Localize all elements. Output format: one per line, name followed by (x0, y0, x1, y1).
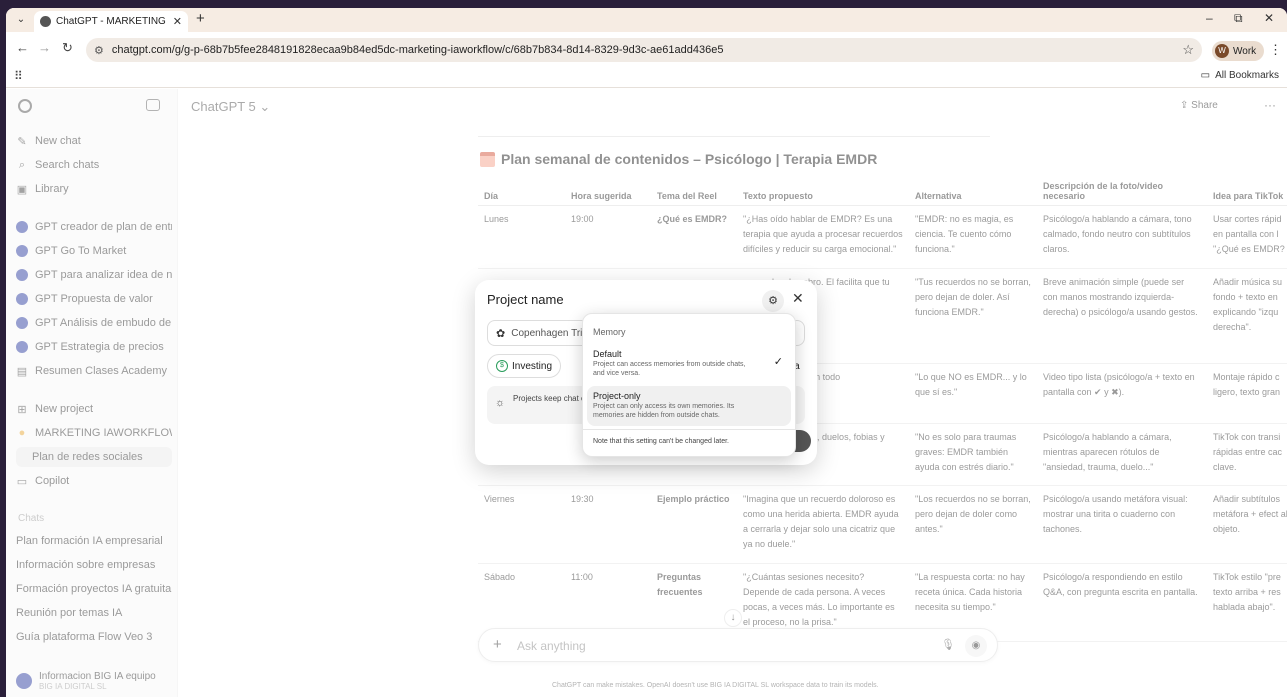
folder-icon: ▭ (1200, 70, 1211, 81)
dialog-title: Project name (487, 292, 564, 307)
back-icon[interactable]: ← (16, 40, 29, 55)
project-name-input[interactable] (511, 327, 592, 339)
browser-toolbar: ← → ↻ ⚙ chatgpt.com/g/g-p-68b7b5fee28481… (6, 32, 1287, 66)
option-desc: Project can access memories from outside… (593, 361, 746, 377)
close-window-icon[interactable]: ✕ (1264, 11, 1274, 25)
address-bar[interactable]: ⚙ chatgpt.com/g/g-p-68b7b5fee2848191828e… (86, 38, 1202, 62)
divider (583, 429, 795, 430)
apps-grid-icon[interactable]: ⠿ (14, 69, 23, 83)
site-info-icon[interactable]: ⚙ (94, 44, 104, 57)
bookmark-star-icon[interactable]: ☆ (1182, 42, 1194, 58)
profile-button[interactable]: W Work (1212, 41, 1265, 61)
all-bookmarks-label: All Bookmarks (1215, 70, 1279, 81)
chip-label: Investing (512, 360, 553, 372)
reload-icon[interactable]: ↻ (62, 40, 73, 56)
browser-window: ⌄ ChatGPT - MARKETING IAWORK ✕ + – ⧉ ✕ ←… (6, 8, 1287, 697)
option-title: Project-only (593, 391, 641, 401)
memory-dropdown: Memory Default Project can access memori… (582, 313, 796, 457)
checkmark-icon: ✓ (773, 356, 783, 368)
url-text: chatgpt.com/g/g-p-68b7b5fee2848191828eca… (111, 44, 724, 56)
chip-investing[interactable]: $ Investing (487, 354, 562, 378)
memory-option-default[interactable]: Default Project can access memories from… (587, 344, 791, 384)
tab-strip: ⌄ ChatGPT - MARKETING IAWORK ✕ + – ⧉ ✕ (6, 8, 1287, 32)
tab-search-icon[interactable]: ⌄ (12, 12, 30, 28)
new-tab-icon[interactable]: + (196, 10, 205, 27)
browser-menu-icon[interactable]: ⋮ (1269, 42, 1282, 58)
forward-icon[interactable]: → (38, 40, 51, 55)
bookmarks-bar: ⠿ ▭ All Bookmarks (6, 66, 1287, 88)
memory-heading: Memory (593, 327, 626, 337)
browser-tab[interactable]: ChatGPT - MARKETING IAWORK ✕ (34, 11, 188, 32)
dollar-icon: $ (496, 360, 508, 372)
minimize-icon[interactable]: – (1206, 11, 1213, 25)
tab-title: ChatGPT - MARKETING IAWORK (56, 16, 168, 27)
lightbulb-icon: ☼ (495, 397, 506, 409)
all-bookmarks-button[interactable]: ▭ All Bookmarks (1201, 70, 1279, 81)
option-title: Default (593, 349, 622, 359)
close-icon[interactable]: ✕ (792, 290, 804, 307)
option-desc: Project can only access its own memories… (593, 403, 735, 419)
tab-close-icon[interactable]: ✕ (173, 15, 182, 28)
project-icon[interactable]: ✿ (496, 327, 505, 340)
memory-note: Note that this setting can't be changed … (593, 438, 729, 445)
profile-label: Work (1233, 45, 1257, 57)
memory-option-project-only[interactable]: Project-only Project can only access its… (587, 386, 791, 426)
chatgpt-favicon-icon (40, 16, 51, 27)
profile-avatar: W (1215, 44, 1229, 58)
restore-icon[interactable]: ⧉ (1234, 11, 1243, 26)
project-settings-gear-icon[interactable]: ⚙ (762, 290, 784, 312)
